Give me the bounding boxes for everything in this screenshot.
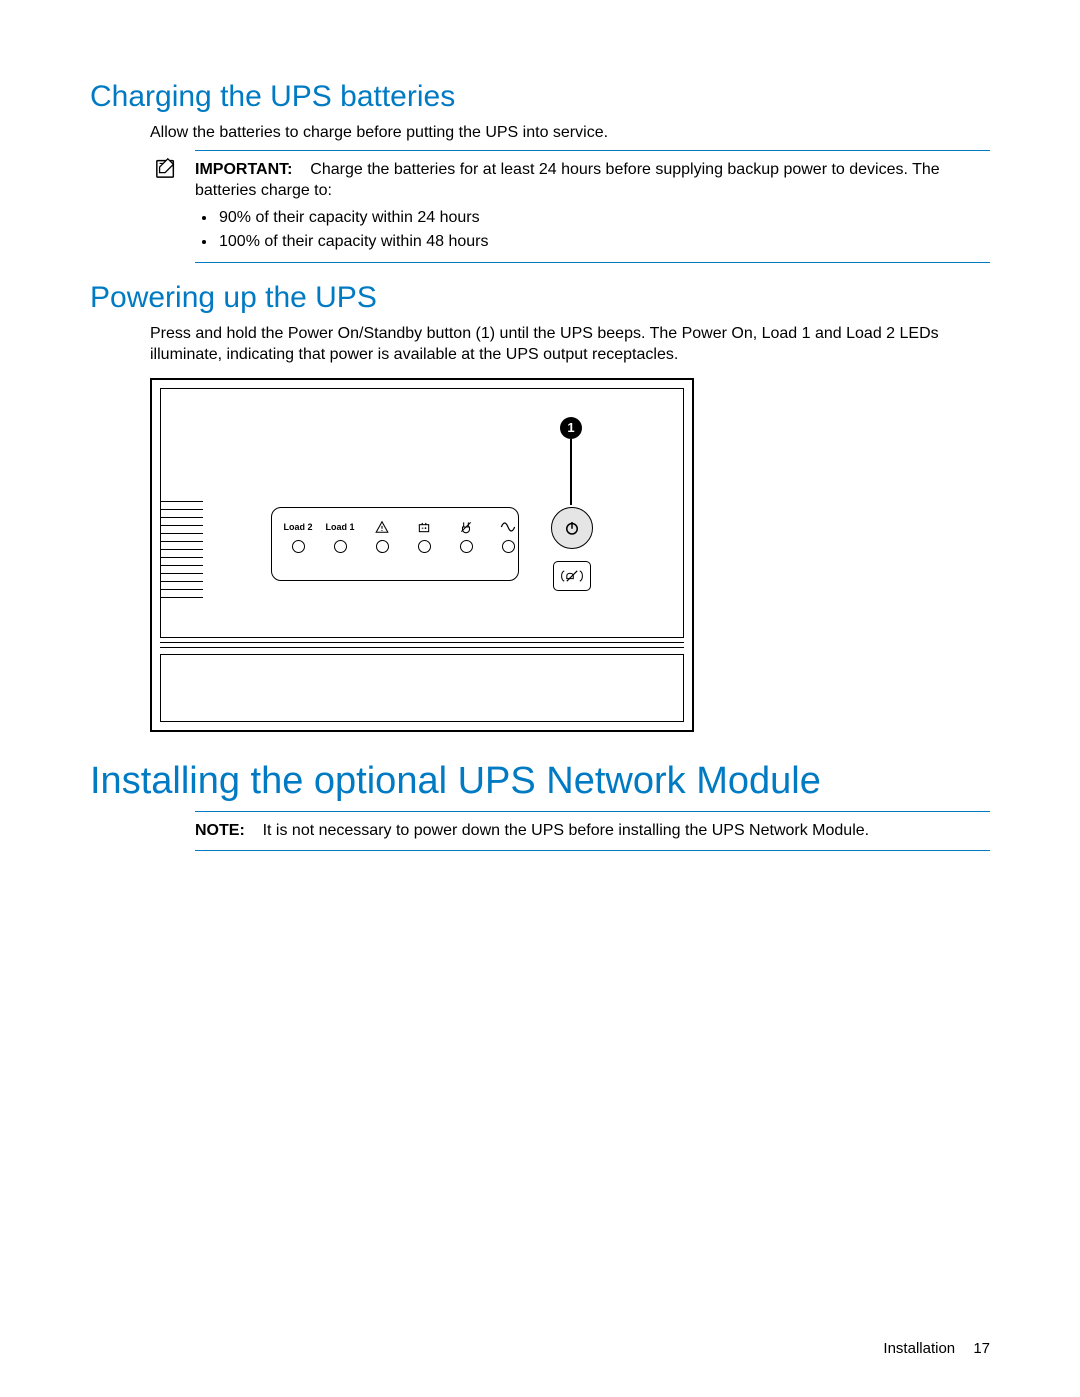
important-body: Charge the batteries for at least 24 hou… — [195, 161, 940, 200]
note-pencil-icon — [155, 157, 177, 179]
plug-fault-icon — [459, 520, 473, 534]
vent-lines — [161, 501, 203, 605]
important-label: IMPORTANT: — [195, 161, 292, 178]
bullet-item: 100% of their capacity within 48 hours — [217, 230, 990, 254]
battery-icon — [417, 520, 431, 534]
page: Charging the UPS batteries Allow the bat… — [0, 0, 1080, 1397]
important-bullets: 90% of their capacity within 24 hours 10… — [217, 206, 990, 254]
led-load2: Load 2 — [286, 520, 310, 553]
led-display: Load 2 Load 1 — [271, 507, 519, 581]
note-label: NOTE: — [195, 822, 245, 839]
led-battery — [412, 520, 436, 553]
warning-icon — [375, 520, 389, 534]
panel-lower — [160, 654, 684, 722]
intro-text: Allow the batteries to charge before put… — [150, 122, 990, 144]
power-icon — [563, 519, 581, 537]
callout-line — [570, 439, 572, 505]
footer-section: Installation — [883, 1340, 955, 1357]
ups-front-panel-figure: Load 2 Load 1 — [150, 378, 694, 732]
note-body: It is not necessary to power down the UP… — [263, 822, 870, 839]
led-site-wiring — [454, 520, 478, 553]
footer-page-number: 17 — [973, 1340, 990, 1357]
note-text: NOTE: It is not necessary to power down … — [195, 820, 990, 842]
panel-divider — [160, 642, 684, 648]
bullet-item: 90% of their capacity within 24 hours — [217, 206, 990, 230]
alarm-silence-button — [553, 561, 591, 591]
powering-text: Press and hold the Power On/Standby butt… — [150, 323, 990, 366]
sine-icon — [500, 520, 516, 534]
callout-1: 1 — [560, 417, 582, 439]
panel-upper: Load 2 Load 1 — [160, 388, 684, 638]
page-footer: Installation 17 — [883, 1340, 990, 1357]
alarm-mute-icon — [559, 567, 585, 585]
power-button — [551, 507, 593, 549]
heading-powering: Powering up the UPS — [90, 281, 990, 315]
important-text: IMPORTANT: Charge the batteries for at l… — [195, 159, 990, 202]
important-note: IMPORTANT: Charge the batteries for at l… — [195, 150, 990, 263]
led-warning — [370, 520, 394, 553]
led-load1: Load 1 — [328, 520, 352, 553]
note-block: NOTE: It is not necessary to power down … — [195, 811, 990, 851]
heading-charging: Charging the UPS batteries — [90, 80, 990, 114]
heading-network-module: Installing the optional UPS Network Modu… — [90, 760, 990, 803]
led-utility — [496, 520, 520, 553]
